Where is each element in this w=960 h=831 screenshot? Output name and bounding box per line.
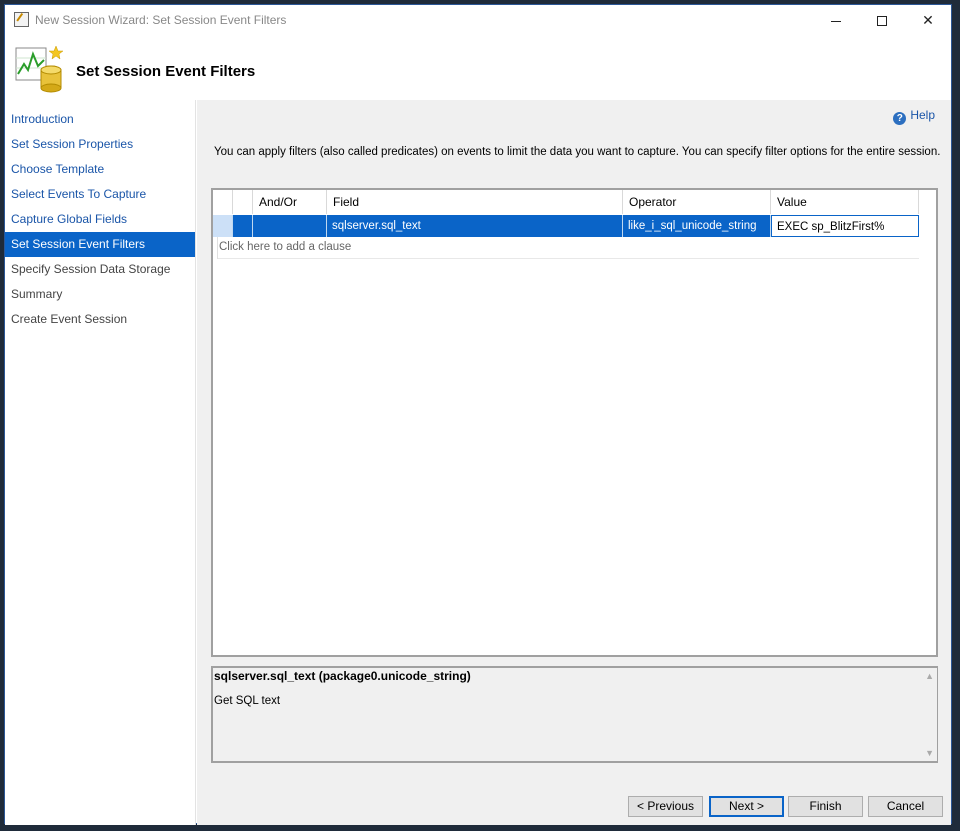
column-header-field[interactable]: Field (327, 190, 623, 214)
title-bar: New Session Wizard: Set Session Event Fi… (5, 5, 951, 35)
value-input[interactable]: EXEC sp_BlitzFirst% (771, 215, 919, 237)
filter-grid: And/Or Field Operator Value sqlserver.sq… (211, 188, 938, 657)
next-button[interactable]: Next > (709, 796, 784, 817)
and-or-cell[interactable] (253, 215, 327, 237)
previous-button[interactable]: < Previous (628, 796, 703, 817)
maximize-button[interactable] (859, 5, 905, 35)
field-description-title: sqlserver.sql_text (package0.unicode_str… (214, 669, 471, 683)
cancel-button[interactable]: Cancel (868, 796, 943, 817)
field-description-panel: sqlserver.sql_text (package0.unicode_str… (211, 666, 938, 763)
close-icon: ✕ (922, 12, 934, 28)
grid-header: And/Or Field Operator Value (213, 190, 919, 214)
wizard-nav: Introduction Set Session Properties Choo… (5, 100, 196, 825)
nav-item-summary: Summary (11, 287, 63, 301)
row-selector-header (213, 190, 233, 214)
scroll-up-icon[interactable]: ▲ (925, 671, 934, 681)
window-title: New Session Wizard: Set Session Event Fi… (35, 13, 287, 27)
operator-cell[interactable]: like_i_sql_unicode_string (623, 215, 771, 237)
column-header-operator[interactable]: Operator (623, 190, 771, 214)
page-title: Set Session Event Filters (76, 63, 256, 80)
nav-item-data-storage: Specify Session Data Storage (11, 262, 171, 276)
scroll-down-icon[interactable]: ▼ (925, 748, 934, 758)
nav-item-capture-global-fields[interactable]: Capture Global Fields (5, 207, 195, 232)
wizard-header: Set Session Event Filters (5, 35, 951, 100)
table-row[interactable]: sqlserver.sql_text like_i_sql_unicode_st… (213, 215, 919, 237)
nav-item-set-session-properties[interactable]: Set Session Properties (5, 132, 195, 157)
row-selector[interactable] (213, 215, 233, 237)
close-button[interactable]: ✕ (905, 5, 951, 35)
add-clause-label[interactable]: Click here to add a clause (219, 237, 351, 257)
field-description-body: Get SQL text (214, 695, 281, 707)
help-link[interactable]: ? Help (893, 108, 935, 125)
help-label: Help (910, 108, 935, 122)
add-row-prefix (213, 237, 218, 259)
column-header-value[interactable]: Value (771, 190, 919, 214)
main-panel: ? Help You can apply filters (also called… (197, 100, 951, 825)
nav-item-choose-template[interactable]: Choose Template (5, 157, 195, 182)
add-clause-row[interactable]: Click here to add a clause (213, 237, 919, 259)
session-chart-icon (15, 45, 63, 93)
nav-item-introduction[interactable]: Introduction (5, 107, 195, 132)
finish-button[interactable]: Finish (788, 796, 863, 817)
nav-item-set-event-filters[interactable]: Set Session Event Filters (5, 232, 195, 257)
row-indent-cell[interactable] (233, 215, 253, 237)
indent-header (233, 190, 253, 214)
wizard-window: New Session Wizard: Set Session Event Fi… (4, 4, 952, 825)
nav-item-create-event-session: Create Event Session (11, 312, 128, 326)
page-description: You can apply filters (also called predi… (214, 146, 941, 158)
minimize-button[interactable] (813, 5, 859, 35)
nav-item-select-events[interactable]: Select Events To Capture (5, 182, 195, 207)
maximize-icon (877, 16, 887, 27)
column-header-and-or[interactable]: And/Or (253, 190, 327, 214)
minimize-icon (831, 20, 841, 22)
help-icon: ? (893, 112, 907, 125)
app-icon (14, 12, 29, 27)
field-cell[interactable]: sqlserver.sql_text (327, 215, 623, 237)
